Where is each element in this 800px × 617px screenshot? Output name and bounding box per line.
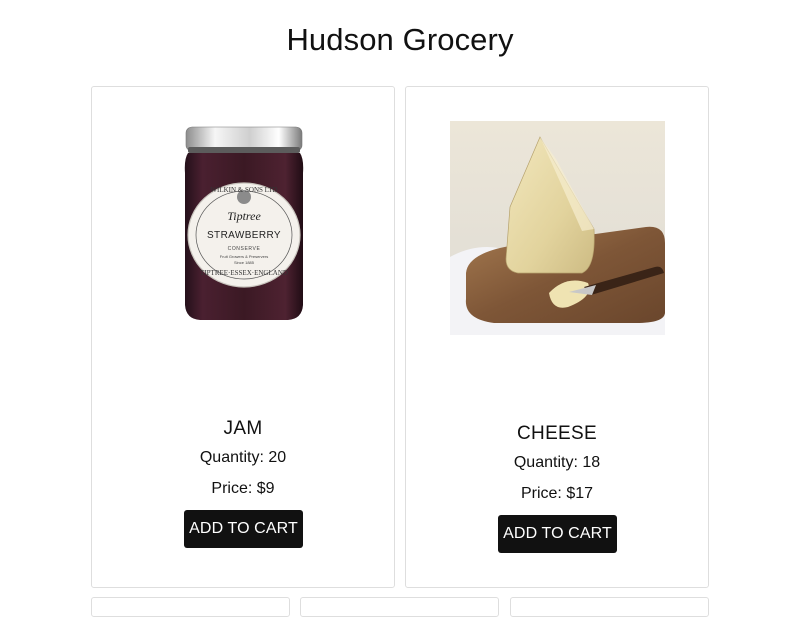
product-price: Price: $9: [211, 480, 275, 497]
product-quantity: Quantity: 18: [513, 454, 601, 471]
page-title: Hudson Grocery: [286, 22, 514, 57]
product-card-cheese: CHEESE Quantity: 18 Price: $17 ADD TO CA…: [405, 86, 709, 588]
jam-label-flavor: STRAWBERRY: [206, 230, 281, 241]
jam-label-place: TIPTREE·ESSEX·ENGLAND: [200, 269, 288, 277]
product-name: CHEESE: [517, 423, 597, 444]
jam-label-line2: Since 1885: [233, 260, 254, 265]
product-card-partial: [300, 597, 499, 617]
jam-label-type: CONSERVE: [227, 246, 261, 252]
add-to-cart-button[interactable]: ADD TO CART: [184, 510, 303, 548]
add-to-cart-button[interactable]: ADD TO CART: [498, 515, 617, 553]
product-card-jam: WILKIN & SONS LTD Tiptree STRAWBERRY CON…: [91, 86, 395, 588]
product-card-partial: [510, 597, 709, 617]
product-quantity: Quantity: 20: [199, 449, 287, 466]
jam-label-brand: Tiptree: [227, 209, 261, 223]
product-price: Price: $17: [520, 485, 594, 502]
product-card-partial: [91, 597, 290, 617]
jam-label-line1: Fruit Growers & Preservers: [219, 254, 269, 259]
jam-label-maker: WILKIN & SONS LTD: [210, 186, 278, 194]
product-name: JAM: [223, 418, 263, 439]
